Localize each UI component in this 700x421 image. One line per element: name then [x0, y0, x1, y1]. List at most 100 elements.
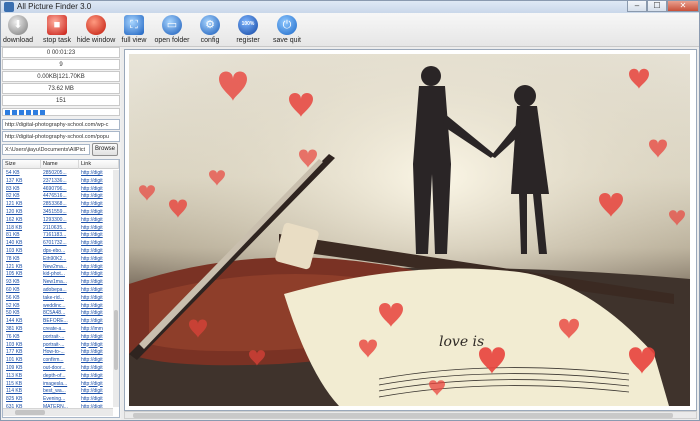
hide-window-button[interactable]: hide window [75, 14, 117, 46]
row-name: weddinc... [43, 302, 66, 309]
row-size: 114 KB [6, 388, 23, 395]
list-item[interactable]: 121 KB 2853368... http://digit [3, 201, 113, 209]
open-folder-button[interactable]: ▭ open folder [151, 14, 193, 46]
list-item[interactable]: 115 KB imagesla... http://digit [3, 381, 113, 389]
list-horizontal-scrollbar[interactable] [3, 408, 113, 416]
row-name: 7161183... [43, 232, 67, 239]
minimize-button[interactable]: ‒ [627, 1, 647, 12]
elapsed-time: 0 00:01:23 [2, 47, 120, 58]
stop-task-button[interactable]: ■ stop task [39, 14, 75, 46]
image-list[interactable]: Size Name Link 54 KB 2850205... http://dig… [2, 159, 120, 418]
list-item[interactable]: 121 KB New2ma... http://digit [3, 264, 113, 272]
row-size: 52 KB [6, 302, 20, 309]
list-item[interactable]: 50 KB 8C5A48... http://digit [3, 310, 113, 318]
url-field-2[interactable]: http://digital-photography-school.com/po… [2, 131, 120, 142]
maximize-button[interactable]: ☐ [647, 1, 667, 12]
list-item[interactable]: 109 KB out-door... http://digit [3, 365, 113, 373]
column-size[interactable]: Size [3, 160, 41, 169]
row-link: http://digit [81, 208, 103, 215]
row-size: 50 KB [6, 310, 20, 317]
row-link: http://digit [81, 341, 103, 348]
stop-icon: ■ [47, 15, 67, 35]
row-link: http://digit [81, 318, 103, 325]
list-item[interactable]: 82 KB 4476516... http://digit [3, 193, 113, 201]
list-item[interactable]: 825 KB Evening... http://digit [3, 396, 113, 404]
list-header: Size Name Link [3, 160, 119, 169]
scroll-thumb[interactable] [133, 413, 673, 418]
scroll-thumb[interactable] [15, 410, 45, 415]
list-item[interactable]: 78 KB Eth90K2... http://digit [3, 256, 113, 264]
row-size: 121 KB [6, 263, 23, 270]
config-button[interactable]: ⚙ config [197, 14, 223, 46]
register-button[interactable]: 100% register [233, 14, 263, 46]
badge-text: 100% [241, 21, 255, 27]
row-size: 82 KB [6, 193, 20, 200]
list-item[interactable]: 105 KB kid-phot... http://digit [3, 271, 113, 279]
preview-horizontal-scrollbar[interactable] [124, 411, 697, 419]
list-vertical-scrollbar[interactable] [113, 170, 119, 407]
full-view-button[interactable]: ⛶ full view [119, 14, 149, 46]
list-item[interactable]: 381 KB create-a... http://imm [3, 326, 113, 334]
row-link: http://digit [81, 263, 103, 270]
list-item[interactable]: 81 KB 7161183... http://digit [3, 232, 113, 240]
list-item[interactable]: 137 KB 2371336... http://digit [3, 178, 113, 186]
row-link: http://digit [81, 177, 103, 184]
list-item[interactable]: 114 KB best_wa... http://digit [3, 388, 113, 396]
row-size: 83 KB [6, 185, 20, 192]
list-item[interactable]: 52 KB weddinc... http://digit [3, 303, 113, 311]
list-item[interactable]: 118 KB 2110635... http://digit [3, 225, 113, 233]
hide-window-icon [86, 15, 106, 35]
list-item[interactable]: 93 KB New1ma... http://digit [3, 279, 113, 287]
list-item[interactable]: 103 KB portrait-... http://digit [3, 342, 113, 350]
row-size: 118 KB [6, 224, 23, 231]
list-item[interactable]: 60 KB adobepa... http://digit [3, 287, 113, 295]
row-link: http://imm [81, 325, 103, 332]
list-item[interactable]: 101 KB confirm... http://digit [3, 357, 113, 365]
close-button[interactable]: ✕ [667, 1, 699, 12]
progress-block [33, 110, 38, 115]
progress-block [40, 110, 45, 115]
column-link[interactable]: Link [79, 160, 119, 169]
row-link: http://digit [81, 294, 103, 301]
row-size: 103 KB [6, 247, 23, 254]
save-quit-button[interactable]: ⏻ save quit [271, 14, 303, 46]
list-item[interactable]: 144 KB BEFORE... http://digit [3, 318, 113, 326]
row-name: 2850205... [43, 170, 67, 176]
row-link: http://digit [81, 224, 103, 231]
list-rows: 54 KB 2850205... http://digit 137 KB 2371336… [3, 170, 113, 412]
row-link: http://digit [81, 185, 103, 192]
scroll-thumb[interactable] [114, 310, 118, 370]
list-item[interactable]: 177 KB How-to-... http://digit [3, 349, 113, 357]
column-name[interactable]: Name [41, 160, 79, 169]
open-folder-label: open folder [154, 37, 190, 44]
list-item[interactable]: 54 KB 2850205... http://digit [3, 170, 113, 178]
row-size: 93 KB [6, 279, 20, 286]
list-item[interactable]: 113 KB depth-of... http://digit [3, 373, 113, 381]
save-path-field[interactable]: X:\Users\jiayu\Documents\AllPict [2, 144, 90, 155]
list-item[interactable]: 103 KB dps-ebo... http://digit [3, 248, 113, 256]
row-name: 8C5A48... [43, 310, 66, 317]
browse-button[interactable]: Browse [92, 143, 118, 156]
save-quit-label: save quit [272, 37, 302, 44]
list-item[interactable]: 140 KB 6701732... http://digit [3, 240, 113, 248]
row-link: http://digit [81, 240, 103, 247]
toolbar: ⬇ download ■ stop task hide window ⛶ ful… [1, 13, 699, 47]
image-preview[interactable]: love is [124, 49, 697, 411]
list-item[interactable]: 162 KB 1293300... http://digit [3, 217, 113, 225]
progress-block [19, 110, 24, 115]
window-title: All Picture Finder 3.0 [17, 2, 92, 11]
url-field-1[interactable]: http://digital-photography-school.com/wp… [2, 119, 120, 130]
row-link: http://digit [81, 349, 103, 356]
stop-task-label: stop task [42, 37, 71, 44]
row-name: 3451559... [43, 208, 67, 215]
title-bar[interactable]: All Picture Finder 3.0 ‒ ☐ ✕ [1, 1, 699, 13]
list-item[interactable]: 83 KB 4690796... http://digit [3, 186, 113, 194]
row-link: http://digit [81, 396, 103, 403]
list-item[interactable]: 56 KB take-rid... http://digit [3, 295, 113, 303]
list-item[interactable]: 120 KB 3451559... http://digit [3, 209, 113, 217]
row-link: http://digit [81, 333, 103, 340]
progress-block [12, 110, 17, 115]
config-label: config [200, 37, 220, 44]
download-button[interactable]: ⬇ download [1, 14, 35, 46]
list-item[interactable]: 76 KB portrait-... http://digit [3, 334, 113, 342]
